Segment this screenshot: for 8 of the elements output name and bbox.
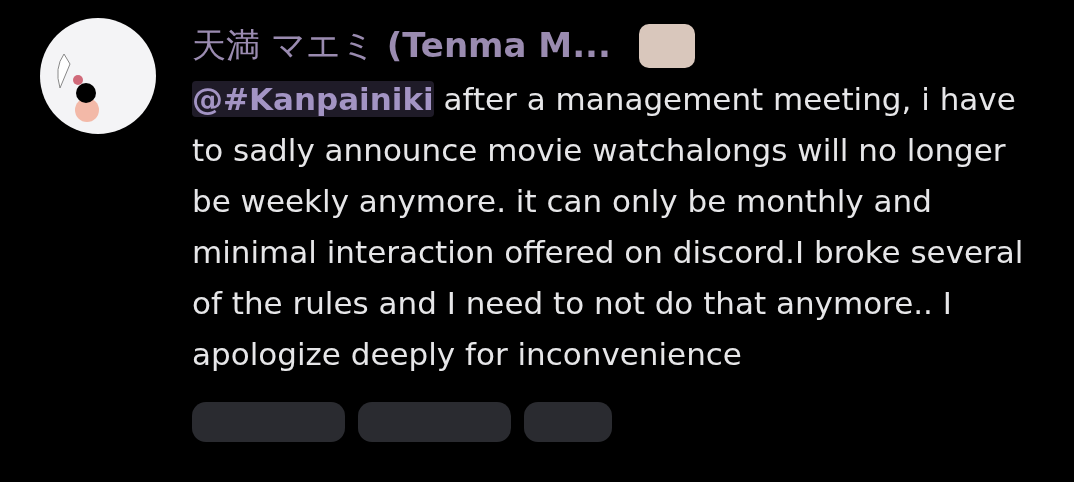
reaction-chip[interactable] — [358, 402, 511, 442]
mention-link[interactable]: @#Kanpainiki — [192, 81, 434, 117]
message-text: @#Kanpainiki after a management meeting, i have to sadly announce movie watchalongs will no longer be weekly anymore. it can only be monthly and minimal interaction offered on discord.I broke several of the rules and I need to not do that anymore.. I apologize deeply for inconvenience — [192, 80, 1025, 374]
sticker-image — [638, 24, 695, 68]
reaction-chip[interactable] — [524, 402, 612, 442]
avatar-drawing[interactable] — [40, 18, 156, 134]
author-name[interactable]: 天満 マエミ (Tenma M... — [192, 23, 611, 69]
reaction-chip[interactable] — [192, 402, 345, 442]
